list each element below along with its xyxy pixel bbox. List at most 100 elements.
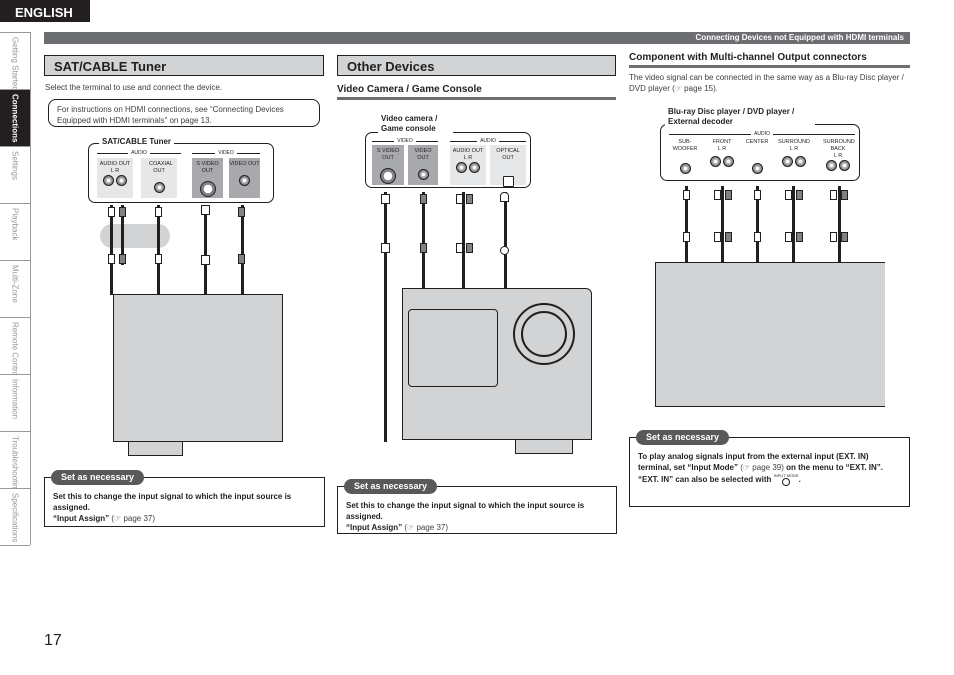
plug-icon (785, 190, 792, 200)
terminal-surround: SURROUND L R (775, 136, 813, 178)
terminal-subwoofer: SUB-WOOFER (669, 136, 701, 178)
terminal-s-video-out: S VIDEO OUT (372, 145, 404, 185)
set-as-necessary-label: Set as necessary (344, 479, 438, 494)
set-as-necessary-text: Set this to change the input signal to w… (53, 492, 292, 512)
plug-icon (785, 232, 792, 242)
plug-icon (381, 194, 390, 204)
page-number: 17 (44, 632, 62, 649)
plug-icon (683, 190, 690, 200)
device-label: Blu-ray Disc player / DVD player / Exter… (665, 107, 815, 127)
rca-jack-icon (153, 182, 165, 193)
plug-icon (714, 190, 721, 200)
plug-icon (108, 207, 115, 217)
other-devices-set-as-necessary: Set as necessary Set this to change the … (337, 479, 617, 534)
terminal-video-out: VIDEO OUT (408, 145, 438, 185)
page-ref-link[interactable]: (☞ page 37) (111, 514, 155, 523)
terminal-audio-out: AUDIO OUT L R (97, 158, 133, 198)
side-nav-multi-zone[interactable]: Multi-Zone (0, 261, 30, 318)
video-camera-subtitle: Video Camera / Game Console (337, 84, 616, 100)
rca-jack-icon (239, 175, 250, 186)
terminal-front: FRONT L R (705, 136, 739, 178)
menu-ref: “Input Assign” (346, 523, 403, 532)
sat-cable-device-diagram: SAT/CABLE Tuner AUDIO VIDEO AUDIO OUT L R… (88, 137, 274, 203)
side-nav-label: Specifications (10, 493, 20, 543)
receiver-foot (128, 442, 183, 456)
other-devices-title: Other Devices (337, 55, 616, 76)
plug-icon (466, 243, 473, 253)
plug-icon (456, 243, 463, 253)
side-nav-troubleshooting[interactable]: Troubleshooting (0, 432, 30, 489)
side-nav-label: Multi-Zone (10, 265, 20, 303)
language-tab: ENGLISH (0, 0, 90, 22)
terminal-s-video-out: S VIDEO OUT (192, 158, 223, 198)
sat-cable-set-as-necessary: Set as necessary Set this to change the … (44, 470, 325, 527)
rca-jack-icon (417, 169, 429, 180)
rca-jack-icon (839, 160, 850, 171)
plug-icon (683, 232, 690, 242)
rca-jack-icon (710, 156, 721, 167)
plug-icon (796, 190, 803, 200)
video-camera-device-diagram: Video camera / Game console VIDEO AUDIO … (365, 114, 531, 188)
side-nav-label: Getting Started (10, 37, 20, 90)
multichannel-intro: The video signal can be connected in the… (629, 73, 904, 93)
side-nav-connections[interactable]: Connections (0, 90, 30, 147)
plug-icon (830, 190, 837, 200)
receiver-rear-panel (655, 262, 885, 407)
side-nav-remote-control[interactable]: Remote Control (0, 318, 30, 375)
plug-icon (500, 192, 509, 202)
plug-icon (841, 190, 848, 200)
rca-jack-icon (103, 175, 114, 186)
terminal-center: CENTER (741, 136, 773, 178)
plug-icon (725, 190, 732, 200)
plug-icon (420, 243, 427, 253)
receiver-foot (515, 440, 573, 454)
side-nav-label: Connections (10, 94, 20, 143)
rca-jack-icon (679, 163, 691, 174)
plug-icon (754, 190, 761, 200)
side-nav-getting-started[interactable]: Getting Started (0, 33, 30, 90)
rca-jack-icon (795, 156, 806, 167)
rca-jack-icon (723, 156, 734, 167)
plug-icon (830, 232, 837, 242)
side-nav-information[interactable]: Information (0, 375, 30, 432)
multichannel-title: Component with Multi-channel Output conn… (629, 52, 910, 68)
side-nav-settings[interactable]: Settings (0, 147, 30, 204)
side-nav-playback[interactable]: Playback (0, 204, 30, 261)
plug-icon (466, 194, 473, 204)
plug-icon (500, 246, 509, 255)
s-video-jack-icon (199, 181, 216, 197)
terminal-optical-out: OPTICAL OUT (490, 145, 526, 187)
plug-icon (108, 254, 115, 264)
set-as-necessary-text: on the menu to “EXT. IN”. (786, 463, 884, 472)
side-nav-label: Troubleshooting (10, 436, 20, 489)
side-nav-label: Playback (10, 208, 20, 241)
plug-icon (381, 243, 390, 253)
volume-knob-inner (521, 311, 567, 357)
terminal-video-out: VIDEO OUT (229, 158, 260, 198)
set-as-necessary-text: Set this to change the input signal to w… (346, 501, 585, 521)
rca-jack-icon (826, 160, 837, 171)
input-mode-button-icon: INPUT MODE (774, 473, 799, 487)
plug-icon (714, 232, 721, 242)
hdmi-note: For instructions on HDMI connections, se… (48, 99, 320, 127)
page-ref-link[interactable]: (☞ page 37) (404, 523, 448, 532)
plug-icon (155, 207, 162, 217)
terminal-audio-out: AUDIO OUT L R (450, 145, 486, 185)
plug-icon (420, 194, 427, 204)
device-label: SAT/CABLE Tuner (99, 137, 175, 147)
side-nav-specifications[interactable]: Specifications (0, 489, 30, 546)
display-window (408, 309, 498, 387)
plug-icon (796, 232, 803, 242)
sat-cable-intro: Select the terminal to use and connect t… (45, 83, 222, 92)
menu-ref: “Input Assign” (53, 514, 110, 523)
set-as-necessary-text: “EXT. IN” can also be selected with (638, 475, 772, 485)
multichannel-device-diagram: Blu-ray Disc player / DVD player / Exter… (660, 107, 860, 181)
rca-jack-icon (751, 163, 763, 174)
rca-jack-icon (782, 156, 793, 167)
set-as-necessary-label: Set as necessary (636, 430, 730, 445)
page-ref-link[interactable]: (☞ page 39) (740, 463, 784, 472)
rca-jack-icon (469, 162, 480, 173)
plug-icon (201, 205, 210, 215)
plug-icon (238, 254, 245, 264)
plug-icon (456, 194, 463, 204)
